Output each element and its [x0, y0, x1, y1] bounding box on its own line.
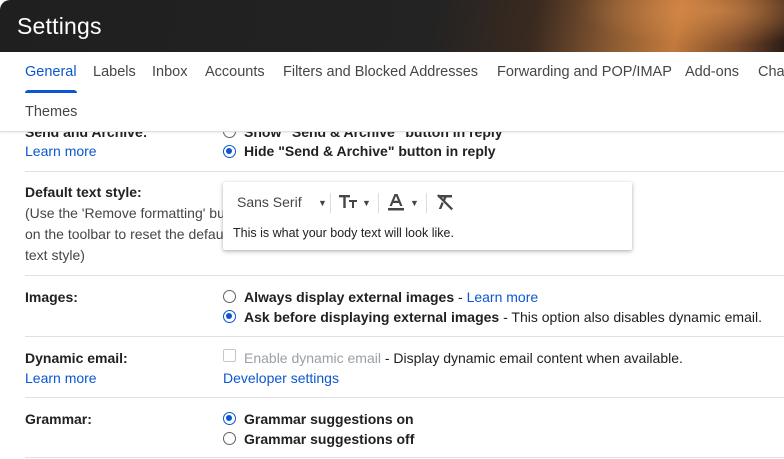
settings-header: Settings — [0, 0, 784, 52]
tab-inbox[interactable]: Inbox — [152, 64, 187, 80]
always-display-images-radio[interactable] — [223, 290, 236, 303]
ask-before-images-option: Ask before displaying external images - … — [244, 309, 762, 325]
text-style-note-line: text style) — [25, 247, 85, 263]
dynamic-email-description: - Display dynamic email content when ava… — [380, 350, 683, 366]
text-style-label: Default text style: — [25, 184, 142, 200]
font-family-select[interactable]: Sans Serif — [237, 194, 302, 210]
tab-labels[interactable]: Labels — [93, 64, 136, 80]
grammar-off-radio[interactable] — [223, 432, 236, 445]
ask-before-images-radio[interactable] — [223, 310, 236, 323]
hide-send-archive-label: Hide "Send & Archive" button in reply — [244, 143, 496, 159]
tab-forwarding[interactable]: Forwarding and POP/IMAP — [497, 64, 672, 80]
tab-chat[interactable]: Cha — [758, 64, 784, 80]
text-color-icon — [388, 194, 404, 211]
text-style-sample: This is what your body text will look li… — [233, 226, 454, 240]
send-archive-learn-more[interactable]: Learn more — [25, 143, 97, 159]
divider — [25, 171, 784, 172]
text-style-editor: Sans Serif ▼ ▼ ▼ This is what your body … — [223, 182, 632, 250]
remove-formatting-button[interactable] — [435, 193, 455, 214]
tab-filters[interactable]: Filters and Blocked Addresses — [283, 64, 478, 80]
settings-tabs: General Labels Inbox Accounts Filters an… — [0, 52, 784, 132]
tab-addons[interactable]: Add-ons — [685, 64, 739, 80]
grammar-on-label: Grammar suggestions on — [244, 411, 414, 427]
dynamic-email-label: Dynamic email: — [25, 350, 128, 366]
toolbar-separator — [330, 193, 331, 213]
images-learn-more[interactable]: Learn more — [467, 289, 539, 305]
text-size-icon — [339, 195, 357, 208]
tab-general[interactable]: General — [25, 64, 77, 80]
always-display-images-label: Always display external images — [244, 289, 455, 305]
font-size-button[interactable] — [338, 192, 358, 213]
grammar-label: Grammar: — [25, 411, 92, 427]
grammar-off-label: Grammar suggestions off — [244, 431, 415, 447]
settings-content: Send and Archive: Learn more Show "Send … — [0, 130, 784, 459]
divider — [25, 275, 784, 276]
toolbar-separator — [378, 193, 379, 213]
ask-before-images-description: - This option also disables dynamic emai… — [499, 309, 762, 325]
always-display-images-option: Always display external images - Learn m… — [244, 289, 538, 305]
active-tab-indicator — [25, 90, 77, 93]
text-color-button[interactable] — [387, 192, 405, 215]
enable-dynamic-email-checkbox[interactable] — [223, 349, 236, 362]
enable-dynamic-email-label: Enable dynamic email — [244, 350, 381, 366]
chevron-down-icon: ▼ — [318, 198, 327, 208]
text-style-note-line: (Use the 'Remove formatting' button — [25, 205, 249, 221]
text-style-note-line: on the toolbar to reset the default — [25, 226, 231, 242]
chevron-down-icon: ▼ — [362, 198, 371, 208]
tab-themes[interactable]: Themes — [25, 104, 77, 120]
tab-accounts[interactable]: Accounts — [205, 64, 265, 80]
divider — [25, 457, 784, 458]
toolbar-separator — [426, 193, 427, 213]
chevron-down-icon: ▼ — [410, 198, 419, 208]
hide-send-archive-radio[interactable] — [223, 145, 236, 158]
page-title: Settings — [17, 13, 102, 39]
dynamic-email-learn-more[interactable]: Learn more — [25, 370, 97, 386]
ask-before-images-label: Ask before displaying external images — [244, 309, 500, 325]
separator-text: - — [454, 289, 467, 305]
dynamic-email-option: Enable dynamic email - Display dynamic e… — [244, 350, 683, 366]
grammar-on-radio[interactable] — [223, 412, 236, 425]
divider — [25, 336, 784, 337]
developer-settings-link[interactable]: Developer settings — [223, 370, 339, 386]
divider — [25, 397, 784, 398]
remove-formatting-icon — [437, 194, 453, 211]
images-label: Images: — [25, 289, 78, 305]
